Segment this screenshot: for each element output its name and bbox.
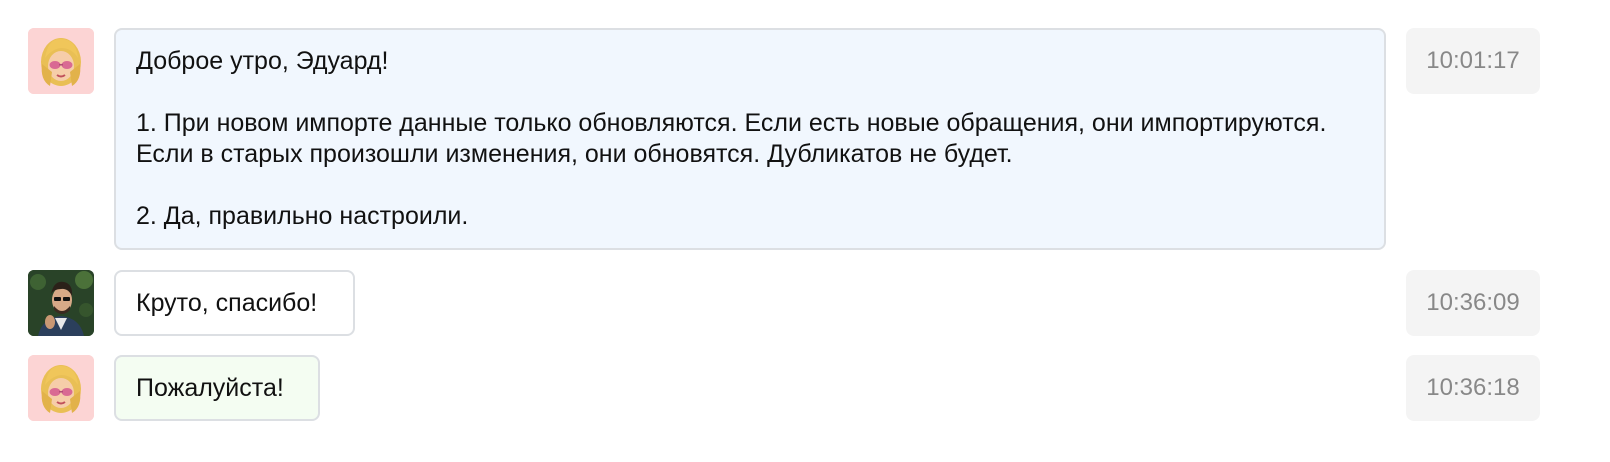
- message-bubble: Круто, спасибо!: [114, 270, 355, 336]
- chat-thread: Доброе утро, Эдуард! 1. При новом импорт…: [0, 0, 1610, 462]
- woman-emoji-avatar-icon: [28, 28, 94, 94]
- message-time: 10:36:18: [1406, 355, 1540, 421]
- message-time: 10:36:09: [1406, 270, 1540, 336]
- agent-avatar[interactable]: [28, 355, 94, 421]
- message-bubble: Доброе утро, Эдуард! 1. При новом импорт…: [114, 28, 1386, 250]
- message-time: 10:01:17: [1406, 28, 1540, 94]
- man-photo-avatar-icon: [28, 270, 94, 336]
- client-avatar[interactable]: [28, 270, 94, 336]
- agent-avatar[interactable]: [28, 28, 94, 94]
- message-bubble: Пожалуйста!: [114, 355, 320, 421]
- woman-emoji-avatar-icon: [28, 355, 94, 421]
